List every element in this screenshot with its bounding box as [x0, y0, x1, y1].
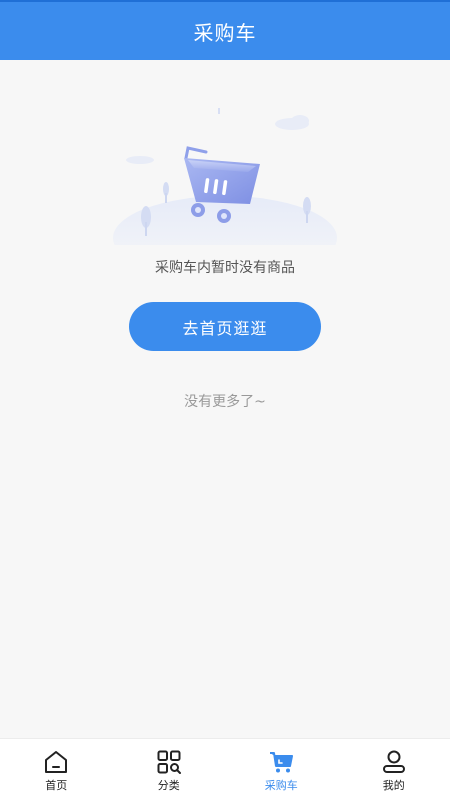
- profile-icon: [381, 749, 407, 775]
- empty-cart-message: 采购车内暂时没有商品: [0, 257, 450, 277]
- tab-cart-label: 采购车: [265, 777, 298, 793]
- header-bar: 采购车: [0, 0, 450, 60]
- no-more-hint: 没有更多了~: [0, 391, 450, 411]
- tab-profile-label: 我的: [383, 777, 405, 793]
- tab-profile[interactable]: 我的: [338, 739, 450, 801]
- category-icon: [156, 749, 182, 775]
- tab-category[interactable]: 分类: [113, 739, 226, 801]
- page-title: 采购车: [194, 17, 257, 46]
- home-icon: [43, 749, 69, 775]
- tab-home-label: 首页: [45, 777, 67, 793]
- tab-cart[interactable]: 采购车: [225, 739, 338, 801]
- bottom-tab-bar: 首页 分类 采购车 我的: [0, 738, 450, 801]
- cart-icon: [268, 749, 294, 775]
- empty-cart-illustration: [100, 100, 350, 245]
- tab-home[interactable]: 首页: [0, 739, 113, 801]
- tab-category-label: 分类: [158, 777, 180, 793]
- go-home-button[interactable]: 去首页逛逛: [129, 302, 321, 351]
